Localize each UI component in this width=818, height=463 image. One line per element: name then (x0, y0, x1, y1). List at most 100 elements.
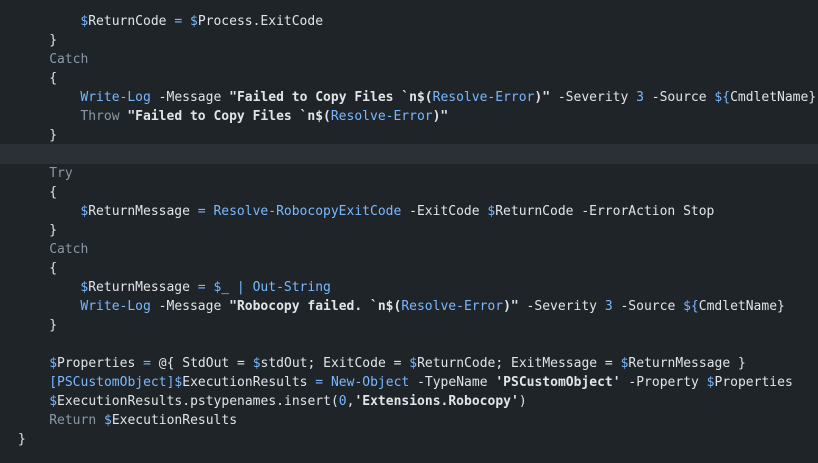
code-line[interactable]: { (0, 183, 818, 202)
code-token: $( (416, 90, 433, 105)
code-token: } (808, 90, 817, 105)
code-token: = (307, 375, 331, 390)
code-line[interactable]: $ReturnCode = $Process.ExitCode (0, 12, 818, 31)
code-line[interactable]: Write-Log -Message "Failed to Copy Files… (0, 88, 818, 107)
code-token: } (730, 356, 746, 371)
code-token: ExecutionResults (182, 375, 308, 390)
code-line[interactable]: Try (0, 164, 818, 183)
code-token: } (49, 33, 58, 48)
code-token: ReturnCode (495, 204, 574, 219)
code-token: New-Object (330, 375, 410, 390)
code-token: { (49, 261, 58, 276)
code-token: $ (49, 356, 58, 371)
code-token: "Failed to Copy Files `n (127, 109, 316, 124)
code-token: CmdletName (698, 299, 778, 314)
code-token: = (189, 280, 214, 295)
code-token: $ (409, 356, 418, 371)
code-line[interactable] (0, 335, 818, 354)
code-line[interactable]: $ReturnMessage = Resolve-RobocopyExitCod… (0, 202, 818, 221)
code-token: ; ExitMessage = (495, 356, 621, 371)
code-token: -Severity (518, 299, 605, 314)
code-token: -ErrorAction Stop (573, 204, 715, 219)
code-token: Resolve-Error (432, 90, 535, 105)
code-token: } (49, 128, 58, 143)
code-token: Process.ExitCode (197, 14, 324, 29)
code-line[interactable]: Catch (0, 240, 818, 259)
code-token: )" (503, 299, 519, 314)
code-token: )" (432, 109, 449, 124)
code-token: ExecutionResults.pstypenames.insert (57, 394, 331, 409)
code-token: $( (385, 299, 402, 314)
code-token: 0 (338, 394, 347, 409)
code-token: = (189, 204, 214, 219)
code-line[interactable]: $ExecutionResults.pstypenames.insert(0,'… (0, 392, 818, 411)
code-token: Try (49, 166, 73, 181)
code-line[interactable]: { (0, 259, 818, 278)
code-token: { (49, 185, 58, 200)
code-token: -Source (612, 299, 684, 314)
code-line[interactable]: } (0, 221, 818, 240)
code-token: Throw (80, 109, 120, 124)
code-token: } (49, 318, 58, 333)
code-token: Catch (49, 242, 89, 257)
code-token: -Severity (550, 90, 637, 105)
code-token: Catch (49, 52, 89, 67)
code-line[interactable]: $Properties = @{ StdOut = $stdOut; ExitC… (0, 354, 818, 373)
code-token: Write-Log (80, 90, 151, 105)
code-line[interactable]: Return $ExecutionResults (0, 411, 818, 430)
code-line[interactable]: { (0, 69, 818, 88)
code-token: _ (221, 280, 230, 295)
code-token: $( (315, 109, 331, 124)
code-token: = (166, 14, 190, 29)
code-token: $ (252, 356, 261, 371)
code-token: Properties (57, 356, 136, 371)
code-token: [PSCustomObject] (49, 375, 175, 390)
code-token: ReturnMessage (628, 356, 731, 371)
code-token: @{ StdOut = (158, 356, 253, 371)
code-token: ReturnMessage (88, 280, 190, 295)
code-token: -TypeName (409, 375, 496, 390)
code-line[interactable]: Catch (0, 50, 818, 69)
code-token: $ (189, 14, 198, 29)
code-token: $ (103, 413, 112, 428)
code-token: ExecutionResults (111, 413, 238, 428)
code-token: 3 (604, 299, 613, 314)
code-token: Resolve-Error (330, 109, 433, 124)
code-line[interactable]: } (0, 31, 818, 50)
code-token: ( (330, 394, 339, 409)
code-token: ReturnCode (417, 356, 496, 371)
code-token: stdOut (260, 356, 308, 371)
code-editor[interactable]: $ReturnCode = $Process.ExitCode} Catch{Wr… (0, 0, 818, 463)
code-token: Write-Log (80, 299, 151, 314)
code-token: $ (706, 375, 715, 390)
code-token: CmdletName (730, 90, 809, 105)
code-line[interactable]: } (0, 126, 818, 145)
code-token: -Property (620, 375, 707, 390)
code-token: $ (49, 394, 58, 409)
code-token: } (18, 432, 26, 447)
code-token: = (135, 356, 159, 371)
code-token: -Source (643, 90, 715, 105)
code-token: Return (49, 413, 97, 428)
code-token: Resolve-Error (401, 299, 504, 314)
code-token: )" (534, 90, 551, 105)
code-token: } (777, 299, 785, 314)
code-line[interactable]: } (0, 430, 818, 449)
code-token: -Message (150, 299, 230, 314)
code-line[interactable]: Throw "Failed to Copy Files `n$(Resolve-… (0, 107, 818, 126)
code-line[interactable]: [PSCustomObject] $ ExecutionResults = New-… (0, 373, 818, 392)
code-line[interactable]: } (0, 316, 818, 335)
code-token: -ExitCode (401, 204, 488, 219)
code-token: { (49, 71, 58, 86)
code-token: 'PSCustomObject' (495, 375, 621, 390)
code-token: } (49, 223, 58, 238)
code-line[interactable]: Write-Log -Message "Robocopy failed. `n$… (0, 297, 818, 316)
code-token: ) (518, 394, 527, 409)
code-token: "Robocopy failed. `n (229, 299, 386, 314)
code-token: 3 (636, 90, 644, 105)
code-line[interactable]: $ReturnMessage = $_ | Out-String (0, 278, 818, 297)
code-token: ${ (683, 299, 699, 314)
code-token: Resolve-RobocopyExitCode (213, 204, 402, 219)
code-line[interactable] (0, 144, 818, 164)
code-token: -Message (150, 90, 230, 105)
